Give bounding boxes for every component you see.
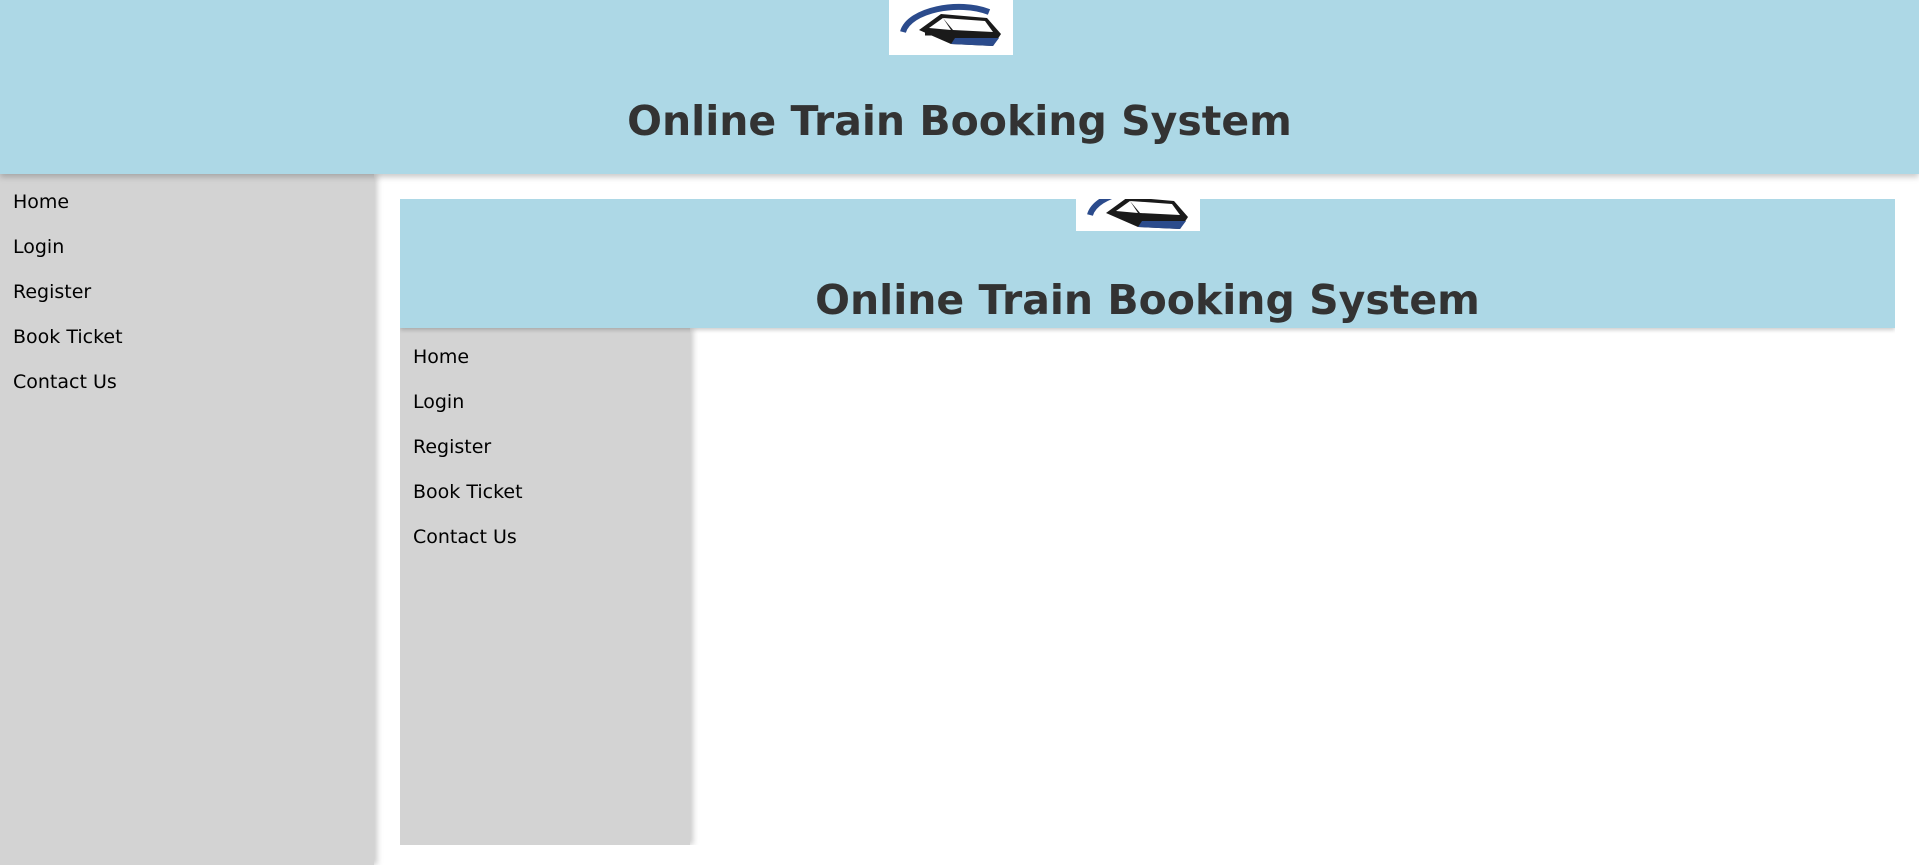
sidebar-item-register[interactable]: Register xyxy=(13,270,123,315)
train-logo-icon xyxy=(889,0,1013,55)
sidebar-item-login[interactable]: Login xyxy=(13,225,123,270)
frame-sidebar-item-login[interactable]: Login xyxy=(413,380,523,425)
frame-sidebar-item-register[interactable]: Register xyxy=(413,425,523,470)
site-header: Online Train Booking System xyxy=(0,0,1919,174)
page-title: Online Train Booking System xyxy=(627,97,1292,145)
frame-header: Online Train Booking System xyxy=(400,199,1895,328)
content-frame[interactable]: Online Train Booking System Home Login R… xyxy=(400,199,1895,845)
frame-sidebar: Home Login Register Book Ticket Contact … xyxy=(400,328,690,845)
sidebar-item-contact-us[interactable]: Contact Us xyxy=(13,360,123,405)
frame-sidebar-nav: Home Login Register Book Ticket Contact … xyxy=(413,335,523,560)
frame-sidebar-item-contact-us[interactable]: Contact Us xyxy=(413,515,523,560)
sidebar-nav: Home Login Register Book Ticket Contact … xyxy=(13,180,123,405)
frame-sidebar-item-home[interactable]: Home xyxy=(413,335,523,380)
frame-page-title: Online Train Booking System xyxy=(815,276,1480,324)
sidebar-item-book-ticket[interactable]: Book Ticket xyxy=(13,315,123,360)
train-logo-icon xyxy=(1076,199,1200,231)
frame-sidebar-item-book-ticket[interactable]: Book Ticket xyxy=(413,470,523,515)
sidebar: Home Login Register Book Ticket Contact … xyxy=(0,174,374,865)
sidebar-item-home[interactable]: Home xyxy=(13,180,123,225)
